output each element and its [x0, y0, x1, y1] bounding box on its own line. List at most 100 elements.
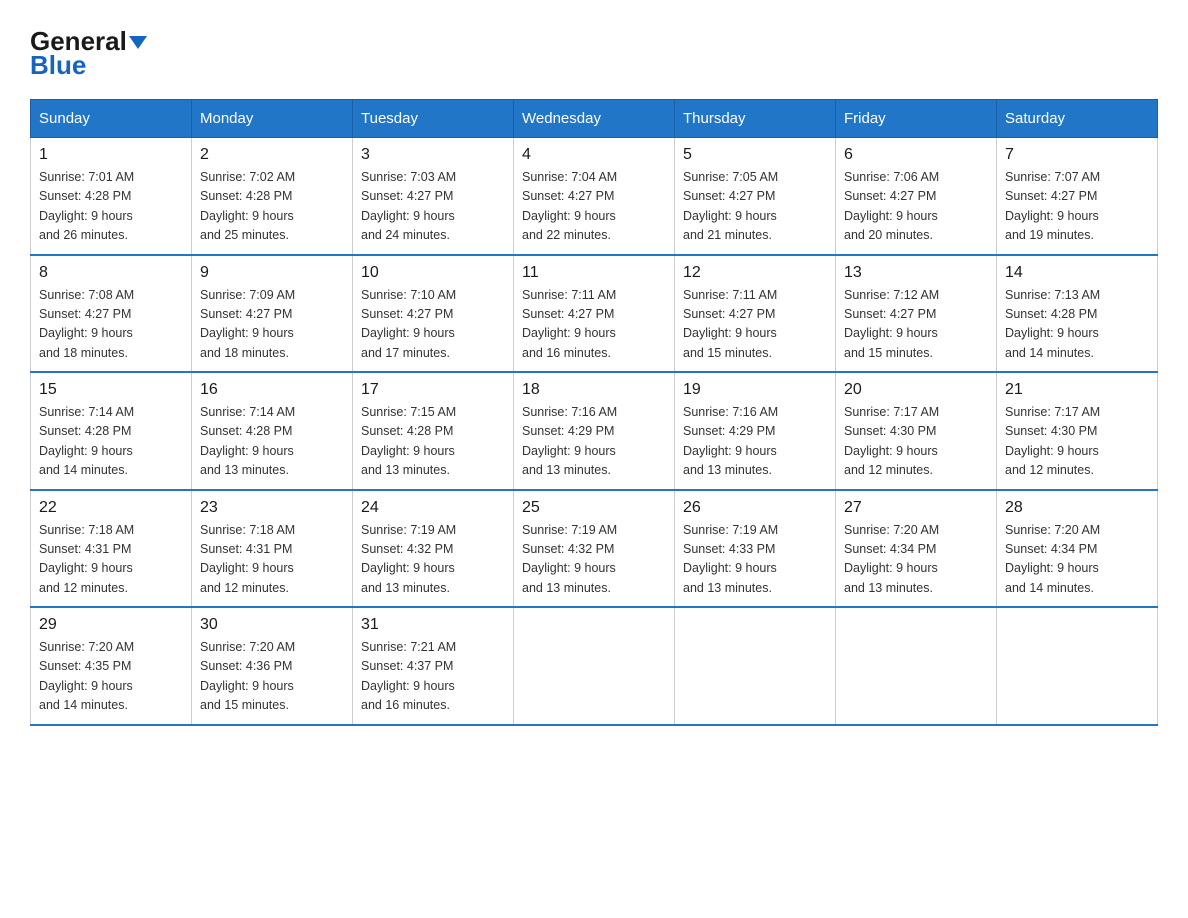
day-cell-13: 13 Sunrise: 7:12 AM Sunset: 4:27 PM Dayl…	[836, 255, 997, 373]
day-number: 19	[683, 381, 827, 399]
day-info: Sunrise: 7:11 AM Sunset: 4:27 PM Dayligh…	[522, 286, 666, 364]
calendar-week-3: 15 Sunrise: 7:14 AM Sunset: 4:28 PM Dayl…	[31, 372, 1158, 490]
day-info: Sunrise: 7:20 AM Sunset: 4:34 PM Dayligh…	[1005, 521, 1149, 599]
day-cell-22: 22 Sunrise: 7:18 AM Sunset: 4:31 PM Dayl…	[31, 490, 192, 608]
day-number: 3	[361, 146, 505, 164]
day-number: 26	[683, 499, 827, 517]
day-cell-23: 23 Sunrise: 7:18 AM Sunset: 4:31 PM Dayl…	[192, 490, 353, 608]
day-info: Sunrise: 7:04 AM Sunset: 4:27 PM Dayligh…	[522, 168, 666, 246]
day-cell-31: 31 Sunrise: 7:21 AM Sunset: 4:37 PM Dayl…	[353, 607, 514, 725]
day-cell-5: 5 Sunrise: 7:05 AM Sunset: 4:27 PM Dayli…	[675, 138, 836, 255]
day-number: 6	[844, 146, 988, 164]
day-number: 29	[39, 616, 183, 634]
day-number: 17	[361, 381, 505, 399]
day-cell-30: 30 Sunrise: 7:20 AM Sunset: 4:36 PM Dayl…	[192, 607, 353, 725]
day-number: 13	[844, 264, 988, 282]
day-info: Sunrise: 7:12 AM Sunset: 4:27 PM Dayligh…	[844, 286, 988, 364]
day-cell-2: 2 Sunrise: 7:02 AM Sunset: 4:28 PM Dayli…	[192, 138, 353, 255]
day-cell-20: 20 Sunrise: 7:17 AM Sunset: 4:30 PM Dayl…	[836, 372, 997, 490]
day-cell-27: 27 Sunrise: 7:20 AM Sunset: 4:34 PM Dayl…	[836, 490, 997, 608]
day-number: 22	[39, 499, 183, 517]
day-number: 27	[844, 499, 988, 517]
day-number: 16	[200, 381, 344, 399]
empty-cell	[514, 607, 675, 725]
day-info: Sunrise: 7:17 AM Sunset: 4:30 PM Dayligh…	[844, 403, 988, 481]
day-number: 25	[522, 499, 666, 517]
day-cell-15: 15 Sunrise: 7:14 AM Sunset: 4:28 PM Dayl…	[31, 372, 192, 490]
calendar-week-1: 1 Sunrise: 7:01 AM Sunset: 4:28 PM Dayli…	[31, 138, 1158, 255]
day-info: Sunrise: 7:19 AM Sunset: 4:32 PM Dayligh…	[361, 521, 505, 599]
day-info: Sunrise: 7:07 AM Sunset: 4:27 PM Dayligh…	[1005, 168, 1149, 246]
day-number: 21	[1005, 381, 1149, 399]
col-header-thursday: Thursday	[675, 100, 836, 138]
day-number: 12	[683, 264, 827, 282]
day-cell-24: 24 Sunrise: 7:19 AM Sunset: 4:32 PM Dayl…	[353, 490, 514, 608]
day-cell-6: 6 Sunrise: 7:06 AM Sunset: 4:27 PM Dayli…	[836, 138, 997, 255]
day-number: 28	[1005, 499, 1149, 517]
calendar-header-row: SundayMondayTuesdayWednesdayThursdayFrid…	[31, 100, 1158, 138]
col-header-saturday: Saturday	[997, 100, 1158, 138]
day-number: 20	[844, 381, 988, 399]
day-info: Sunrise: 7:01 AM Sunset: 4:28 PM Dayligh…	[39, 168, 183, 246]
day-cell-19: 19 Sunrise: 7:16 AM Sunset: 4:29 PM Dayl…	[675, 372, 836, 490]
day-cell-17: 17 Sunrise: 7:15 AM Sunset: 4:28 PM Dayl…	[353, 372, 514, 490]
day-number: 4	[522, 146, 666, 164]
day-cell-9: 9 Sunrise: 7:09 AM Sunset: 4:27 PM Dayli…	[192, 255, 353, 373]
day-info: Sunrise: 7:16 AM Sunset: 4:29 PM Dayligh…	[522, 403, 666, 481]
col-header-wednesday: Wednesday	[514, 100, 675, 138]
empty-cell	[675, 607, 836, 725]
day-cell-8: 8 Sunrise: 7:08 AM Sunset: 4:27 PM Dayli…	[31, 255, 192, 373]
calendar-week-5: 29 Sunrise: 7:20 AM Sunset: 4:35 PM Dayl…	[31, 607, 1158, 725]
calendar-table: SundayMondayTuesdayWednesdayThursdayFrid…	[30, 99, 1158, 726]
day-number: 30	[200, 616, 344, 634]
day-number: 1	[39, 146, 183, 164]
day-number: 10	[361, 264, 505, 282]
day-cell-25: 25 Sunrise: 7:19 AM Sunset: 4:32 PM Dayl…	[514, 490, 675, 608]
calendar-week-4: 22 Sunrise: 7:18 AM Sunset: 4:31 PM Dayl…	[31, 490, 1158, 608]
day-info: Sunrise: 7:16 AM Sunset: 4:29 PM Dayligh…	[683, 403, 827, 481]
empty-cell	[836, 607, 997, 725]
day-info: Sunrise: 7:14 AM Sunset: 4:28 PM Dayligh…	[200, 403, 344, 481]
day-info: Sunrise: 7:21 AM Sunset: 4:37 PM Dayligh…	[361, 638, 505, 716]
day-info: Sunrise: 7:18 AM Sunset: 4:31 PM Dayligh…	[200, 521, 344, 599]
day-info: Sunrise: 7:19 AM Sunset: 4:32 PM Dayligh…	[522, 521, 666, 599]
day-cell-26: 26 Sunrise: 7:19 AM Sunset: 4:33 PM Dayl…	[675, 490, 836, 608]
day-info: Sunrise: 7:03 AM Sunset: 4:27 PM Dayligh…	[361, 168, 505, 246]
col-header-sunday: Sunday	[31, 100, 192, 138]
page-header: General Blue	[30, 20, 1158, 81]
day-number: 9	[200, 264, 344, 282]
day-info: Sunrise: 7:19 AM Sunset: 4:33 PM Dayligh…	[683, 521, 827, 599]
day-cell-10: 10 Sunrise: 7:10 AM Sunset: 4:27 PM Dayl…	[353, 255, 514, 373]
day-info: Sunrise: 7:15 AM Sunset: 4:28 PM Dayligh…	[361, 403, 505, 481]
day-info: Sunrise: 7:09 AM Sunset: 4:27 PM Dayligh…	[200, 286, 344, 364]
day-info: Sunrise: 7:20 AM Sunset: 4:34 PM Dayligh…	[844, 521, 988, 599]
day-cell-11: 11 Sunrise: 7:11 AM Sunset: 4:27 PM Dayl…	[514, 255, 675, 373]
day-info: Sunrise: 7:02 AM Sunset: 4:28 PM Dayligh…	[200, 168, 344, 246]
day-number: 31	[361, 616, 505, 634]
logo: General Blue	[30, 28, 147, 81]
day-info: Sunrise: 7:20 AM Sunset: 4:36 PM Dayligh…	[200, 638, 344, 716]
day-cell-3: 3 Sunrise: 7:03 AM Sunset: 4:27 PM Dayli…	[353, 138, 514, 255]
day-cell-21: 21 Sunrise: 7:17 AM Sunset: 4:30 PM Dayl…	[997, 372, 1158, 490]
day-info: Sunrise: 7:05 AM Sunset: 4:27 PM Dayligh…	[683, 168, 827, 246]
day-cell-4: 4 Sunrise: 7:04 AM Sunset: 4:27 PM Dayli…	[514, 138, 675, 255]
day-cell-12: 12 Sunrise: 7:11 AM Sunset: 4:27 PM Dayl…	[675, 255, 836, 373]
day-number: 14	[1005, 264, 1149, 282]
day-cell-16: 16 Sunrise: 7:14 AM Sunset: 4:28 PM Dayl…	[192, 372, 353, 490]
calendar-week-2: 8 Sunrise: 7:08 AM Sunset: 4:27 PM Dayli…	[31, 255, 1158, 373]
day-number: 8	[39, 264, 183, 282]
day-info: Sunrise: 7:11 AM Sunset: 4:27 PM Dayligh…	[683, 286, 827, 364]
day-cell-14: 14 Sunrise: 7:13 AM Sunset: 4:28 PM Dayl…	[997, 255, 1158, 373]
day-info: Sunrise: 7:18 AM Sunset: 4:31 PM Dayligh…	[39, 521, 183, 599]
day-number: 15	[39, 381, 183, 399]
day-info: Sunrise: 7:08 AM Sunset: 4:27 PM Dayligh…	[39, 286, 183, 364]
day-number: 11	[522, 264, 666, 282]
day-info: Sunrise: 7:17 AM Sunset: 4:30 PM Dayligh…	[1005, 403, 1149, 481]
col-header-tuesday: Tuesday	[353, 100, 514, 138]
day-cell-1: 1 Sunrise: 7:01 AM Sunset: 4:28 PM Dayli…	[31, 138, 192, 255]
col-header-monday: Monday	[192, 100, 353, 138]
day-cell-28: 28 Sunrise: 7:20 AM Sunset: 4:34 PM Dayl…	[997, 490, 1158, 608]
day-info: Sunrise: 7:06 AM Sunset: 4:27 PM Dayligh…	[844, 168, 988, 246]
logo-blue: Blue	[30, 50, 86, 81]
day-number: 24	[361, 499, 505, 517]
